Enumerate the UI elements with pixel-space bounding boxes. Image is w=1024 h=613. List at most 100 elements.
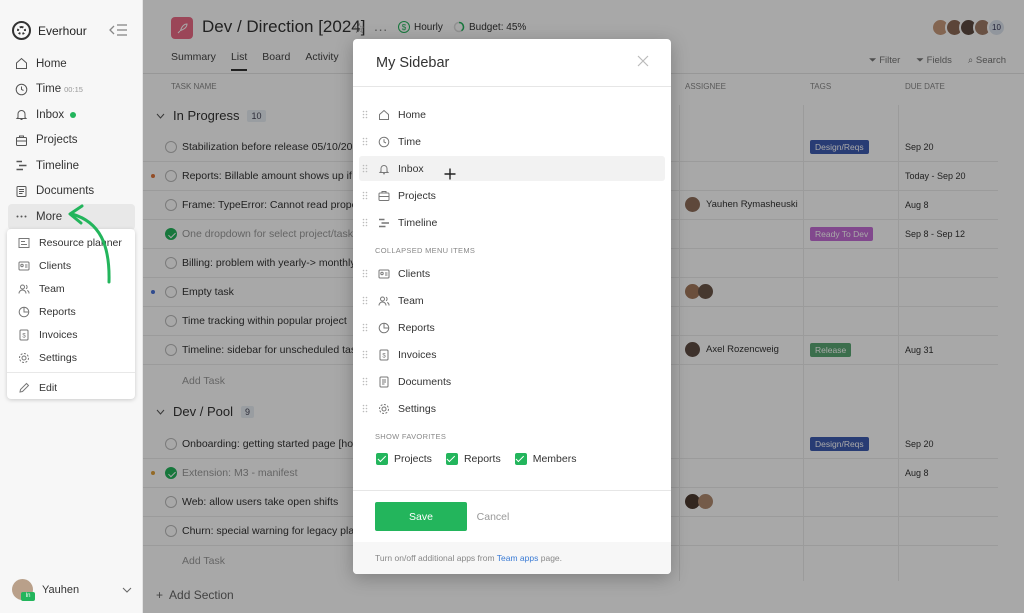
drag-handle-icon[interactable] xyxy=(362,218,368,227)
sidebar-option-clients[interactable]: Clients xyxy=(359,261,665,286)
sidebar-item-time[interactable]: Time 00:15 xyxy=(8,77,135,103)
bell-icon xyxy=(378,164,390,174)
sidebar-option-home[interactable]: Home xyxy=(359,102,665,127)
team-apps-link[interactable]: Team apps xyxy=(497,553,539,563)
drag-handle-icon[interactable] xyxy=(362,323,368,332)
favorite-label: Members xyxy=(532,453,577,465)
option-label: Inbox xyxy=(398,162,424,175)
svg-text:$: $ xyxy=(382,353,386,359)
sidebar-item-label: Home xyxy=(36,57,67,70)
clock-icon xyxy=(378,136,390,147)
sidebar-option-timeline[interactable]: Timeline xyxy=(359,210,665,235)
timeline-icon xyxy=(379,218,389,227)
option-label: Projects xyxy=(398,189,436,202)
more-item-reports[interactable]: Reports xyxy=(7,300,135,323)
sidebar-item-timeline[interactable]: Timeline xyxy=(8,153,135,179)
gear-icon xyxy=(19,352,29,363)
option-label: Invoices xyxy=(398,348,437,361)
sidebar-option-team[interactable]: Team xyxy=(359,288,665,313)
close-icon[interactable] xyxy=(635,53,651,69)
note-text: Turn on/off additional apps from xyxy=(375,553,495,563)
sidebar-option-settings[interactable]: Settings xyxy=(359,396,665,421)
drag-handle-icon[interactable] xyxy=(362,296,368,305)
drag-handle-icon[interactable] xyxy=(362,164,368,173)
note-text: page. xyxy=(540,553,563,563)
home-icon xyxy=(16,58,27,70)
favorite-projects-checkbox[interactable]: Projects xyxy=(376,453,432,465)
favorite-reports-checkbox[interactable]: Reports xyxy=(445,453,501,465)
sidebar-item-projects[interactable]: Projects xyxy=(8,128,135,154)
avatar: In xyxy=(12,579,35,601)
document-icon xyxy=(379,376,389,387)
ellipsis-icon xyxy=(16,215,27,218)
chevron-down-icon[interactable] xyxy=(122,587,132,593)
unread-dot xyxy=(70,111,77,118)
dialog-footnote: Turn on/off additional apps from Team ap… xyxy=(353,542,671,574)
drag-handle-icon[interactable] xyxy=(362,191,368,200)
drag-handle-icon[interactable] xyxy=(362,137,368,146)
users-icon xyxy=(378,296,390,306)
favorites-options: Projects Reports Members xyxy=(376,453,576,465)
favorite-label: Reports xyxy=(463,453,501,465)
document-icon xyxy=(16,185,27,197)
brand[interactable]: Everhour xyxy=(12,21,87,40)
collapse-sidebar-icon[interactable] xyxy=(108,23,128,37)
user-menu[interactable]: In Yauhen xyxy=(12,579,132,601)
move-cursor-icon xyxy=(444,168,456,180)
sidebar-option-invoices[interactable]: $ Invoices xyxy=(359,342,665,367)
sidebar-option-projects[interactable]: Projects xyxy=(359,183,665,208)
more-item-settings[interactable]: Settings xyxy=(7,346,135,369)
drag-handle-icon[interactable] xyxy=(362,269,368,278)
sidebar-item-label: Documents xyxy=(36,185,95,198)
more-item-invoices[interactable]: $ Invoices xyxy=(7,323,135,346)
sidebar-item-label: Timeline xyxy=(36,159,80,172)
gear-icon xyxy=(379,403,389,414)
sidebar-item-label: Time xyxy=(36,83,62,96)
invoice-icon: $ xyxy=(379,349,389,360)
drag-handle-icon[interactable] xyxy=(362,350,368,359)
pencil-icon xyxy=(19,382,30,393)
option-label: Timeline xyxy=(398,216,438,229)
id-card-icon xyxy=(378,269,390,278)
option-label: Documents xyxy=(398,375,452,388)
sidebar: Everhour Home Time 00:15 Inbox Projects … xyxy=(0,0,143,613)
option-label: Time xyxy=(398,135,421,148)
my-sidebar-dialog: My Sidebar Home Time Inbox Projects Time… xyxy=(353,39,671,574)
option-label: Home xyxy=(398,108,427,121)
more-item-edit[interactable]: Edit xyxy=(7,376,135,399)
option-label: Settings xyxy=(398,402,436,415)
pie-chart-icon xyxy=(378,322,390,333)
dialog-title: My Sidebar xyxy=(376,55,450,71)
more-item-label: Invoices xyxy=(39,328,78,341)
divider xyxy=(353,490,671,491)
more-item-label: Settings xyxy=(39,351,77,364)
user-name: Yauhen xyxy=(42,583,80,596)
briefcase-icon xyxy=(378,190,390,201)
status-badge: In xyxy=(21,592,35,601)
sidebar-option-reports[interactable]: Reports xyxy=(359,315,665,340)
sidebar-option-time[interactable]: Time xyxy=(359,129,665,154)
drag-handle-icon[interactable] xyxy=(362,404,368,413)
users-icon xyxy=(18,284,30,294)
drag-handle-icon[interactable] xyxy=(362,377,368,386)
favorite-members-checkbox[interactable]: Members xyxy=(514,453,577,465)
favorite-label: Projects xyxy=(394,453,432,465)
briefcase-icon xyxy=(16,135,27,146)
brand-name: Everhour xyxy=(38,23,87,38)
sidebar-item-inbox[interactable]: Inbox xyxy=(8,102,135,128)
sidebar-option-documents[interactable]: Documents xyxy=(359,369,665,394)
checkbox-checked-icon xyxy=(514,453,527,465)
checkbox-checked-icon xyxy=(445,453,458,465)
clock-icon xyxy=(15,83,28,96)
sidebar-item-home[interactable]: Home xyxy=(8,51,135,77)
collapsed-items-heading: COLLAPSED MENU ITEMS xyxy=(375,246,476,255)
more-item-label: Reports xyxy=(39,305,76,318)
invoice-icon: $ xyxy=(19,329,29,340)
cancel-button[interactable]: Cancel xyxy=(473,502,513,531)
checkbox-checked-icon xyxy=(376,453,388,465)
sidebar-option-inbox[interactable]: Inbox xyxy=(359,156,665,181)
save-button[interactable]: Save xyxy=(375,502,467,531)
svg-text:$: $ xyxy=(22,333,26,339)
id-card-icon xyxy=(18,261,30,270)
drag-handle-icon[interactable] xyxy=(362,110,368,119)
